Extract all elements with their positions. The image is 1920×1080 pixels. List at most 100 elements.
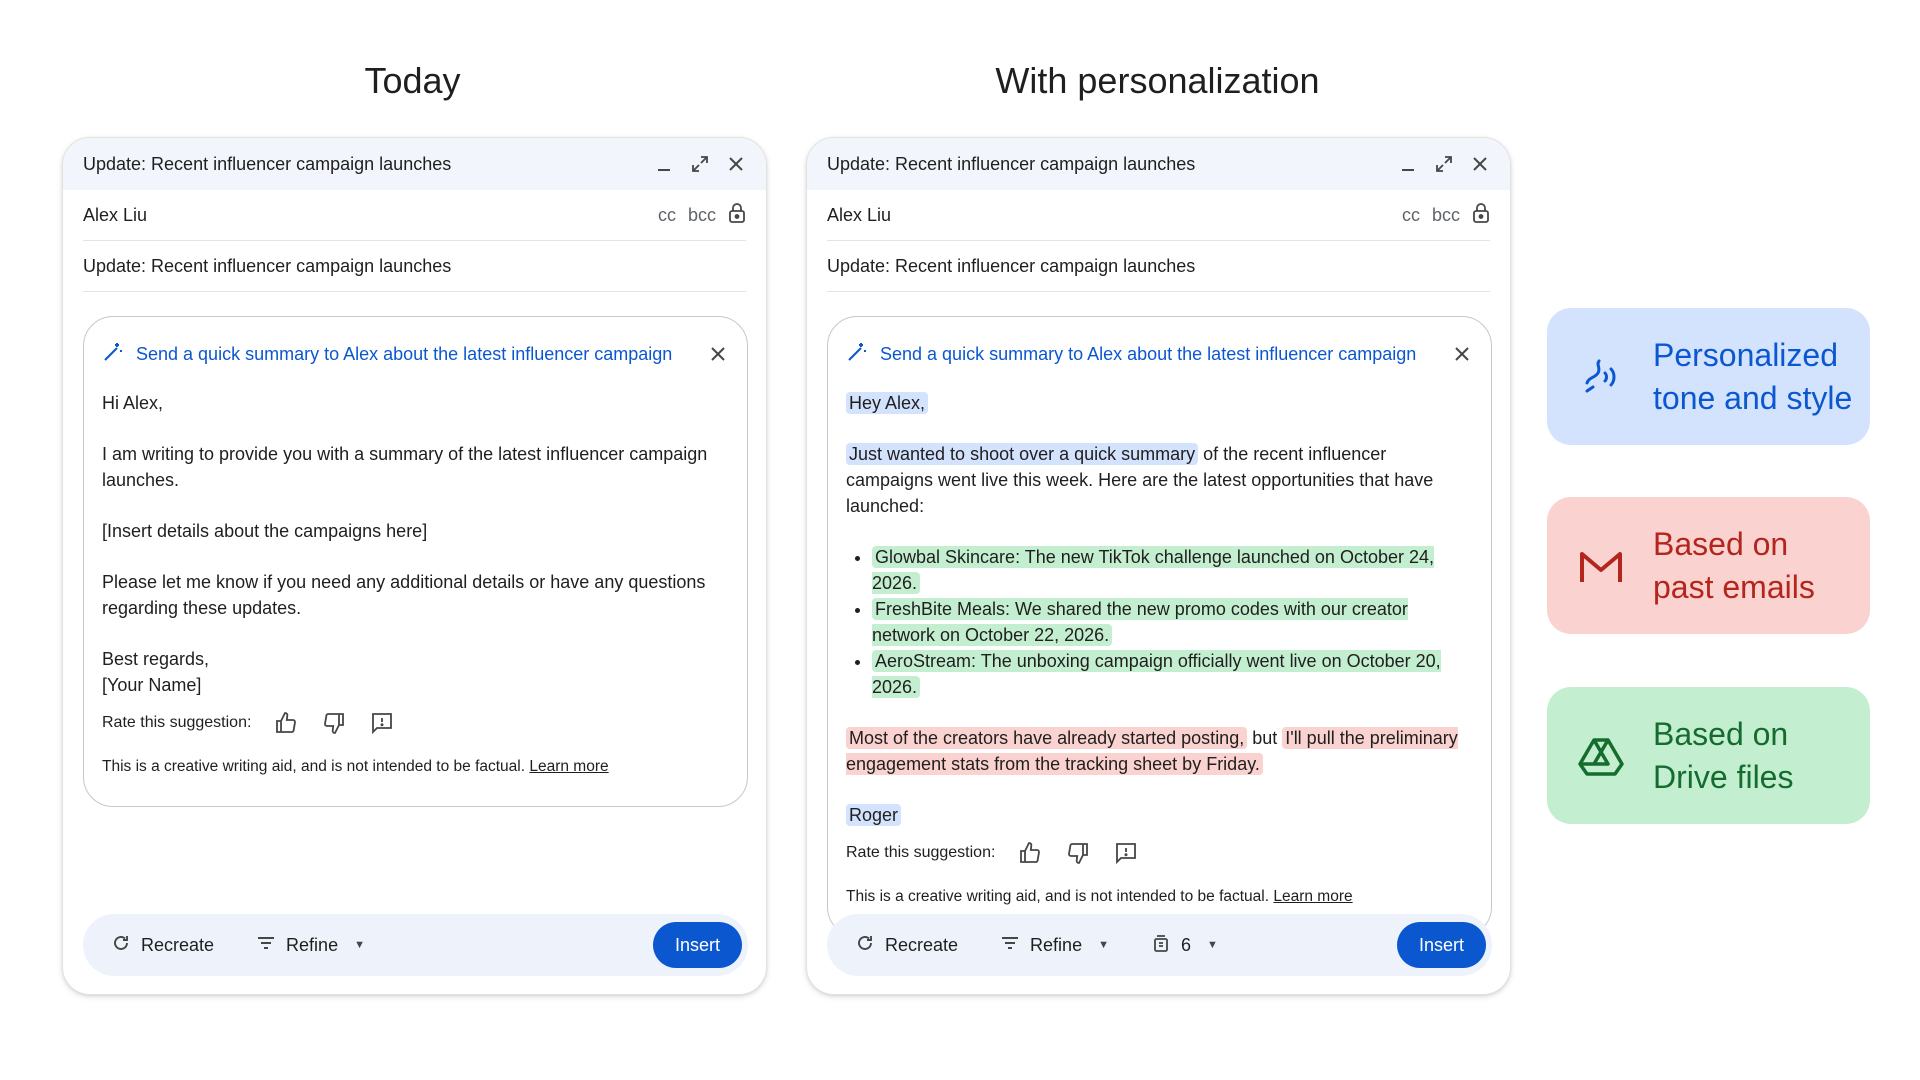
- feedback-icon[interactable]: [1113, 840, 1139, 866]
- body-paragraph: I am writing to provide you with a summa…: [102, 444, 708, 490]
- refine-button[interactable]: Refine ▼: [256, 933, 365, 958]
- help-me-write-card: Send a quick summary to Alex about the l…: [827, 316, 1492, 937]
- body-paragraph: Just wanted to shoot over a quick summar…: [846, 441, 1473, 519]
- action-bar: Recreate Refine ▼ 6 ▼ Insert: [827, 914, 1492, 976]
- greeting: Hey Alex,: [846, 392, 929, 414]
- thumbs-down-icon[interactable]: [1065, 840, 1091, 866]
- highlight-drive: Glowbal Skincare: The new TikTok challen…: [872, 546, 1434, 594]
- gmail-icon: [1575, 540, 1627, 592]
- compose-title: Update: Recent influencer campaign launc…: [83, 153, 452, 174]
- feedback-icon[interactable]: [369, 710, 395, 736]
- filter-icon: [256, 933, 276, 958]
- learn-more-link[interactable]: Learn more: [529, 758, 608, 775]
- minimize-icon[interactable]: [1398, 154, 1418, 174]
- refine-label: Refine: [286, 934, 339, 955]
- close-icon[interactable]: [1470, 154, 1490, 174]
- thumbs-up-icon[interactable]: [1017, 840, 1043, 866]
- recreate-label: Recreate: [885, 934, 959, 955]
- list-item: Glowbal Skincare: The new TikTok challen…: [872, 544, 1473, 596]
- recipient-row[interactable]: Alex Liu cc bcc: [83, 190, 746, 241]
- body-paragraph: Most of the creators have already starte…: [846, 725, 1473, 777]
- caret-down-icon: ▼: [1098, 939, 1109, 951]
- body-text: but: [1247, 728, 1283, 748]
- filter-icon: [1000, 933, 1020, 958]
- compose-title: Update: Recent influencer campaign launc…: [827, 153, 1196, 174]
- compose-window-personalized: Update: Recent influencer campaign launc…: [806, 137, 1511, 995]
- recipient-row[interactable]: Alex Liu cc bcc: [827, 190, 1490, 241]
- recipient-field[interactable]: Alex Liu: [827, 205, 1402, 226]
- suggestion-body: Hey Alex, Just wanted to shoot over a qu…: [846, 390, 1473, 828]
- signature: Roger: [846, 804, 902, 826]
- compose-header: Update: Recent influencer campaign launc…: [807, 138, 1510, 190]
- feature-line2: Drive files: [1653, 758, 1794, 795]
- thumbs-up-icon[interactable]: [273, 710, 299, 736]
- learn-more-link[interactable]: Learn more: [1273, 888, 1352, 905]
- signoff: Best regards,: [102, 649, 210, 669]
- compose-header: Update: Recent influencer campaign launc…: [63, 138, 766, 190]
- campaign-list: Glowbal Skincare: The new TikTok challen…: [872, 544, 1473, 700]
- disclaimer-text: This is a creative writing aid, and is n…: [846, 888, 1270, 905]
- rate-row: Rate this suggestion:: [102, 710, 729, 736]
- recreate-button[interactable]: Recreate: [111, 933, 214, 958]
- insert-button[interactable]: Insert: [652, 922, 742, 968]
- greeting: Hi Alex,: [102, 393, 164, 413]
- thumbs-down-icon[interactable]: [321, 710, 347, 736]
- voice-icon: [1575, 351, 1627, 403]
- expand-icon[interactable]: [1434, 154, 1454, 174]
- cc-link[interactable]: cc: [658, 205, 676, 226]
- close-suggestion-icon[interactable]: [707, 342, 729, 368]
- bcc-link[interactable]: bcc: [688, 205, 716, 226]
- caret-down-icon: ▼: [1206, 939, 1218, 951]
- feature-past-emails: Based on past emails: [1547, 497, 1870, 634]
- rate-row: Rate this suggestion:: [846, 840, 1473, 866]
- drive-icon: [1575, 730, 1627, 782]
- refine-label: Refine: [1030, 934, 1083, 955]
- refine-button[interactable]: Refine ▼: [1000, 933, 1109, 958]
- signature: [Your Name]: [102, 675, 202, 695]
- prompt-text: Send a quick summary to Alex about the l…: [880, 344, 1417, 364]
- subject-field[interactable]: Update: Recent influencer campaign launc…: [83, 256, 746, 277]
- cc-link[interactable]: cc: [1402, 205, 1420, 226]
- rate-label: Rate this suggestion:: [846, 844, 996, 861]
- action-bar: Recreate Refine ▼ Insert: [83, 914, 748, 976]
- disclaimer: This is a creative writing aid, and is n…: [102, 758, 729, 806]
- recipient-field[interactable]: Alex Liu: [83, 205, 658, 226]
- heading-today: Today: [364, 60, 461, 101]
- feature-line1: Based on: [1653, 525, 1789, 562]
- lock-icon[interactable]: [728, 202, 746, 229]
- bcc-link[interactable]: bcc: [1432, 205, 1460, 226]
- sources-button[interactable]: 6 ▼: [1151, 933, 1218, 958]
- sources-icon: [1151, 933, 1171, 958]
- body-paragraph: [Insert details about the campaigns here…: [102, 521, 428, 541]
- highlight-tone: Just wanted to shoot over a quick summar…: [846, 443, 1199, 465]
- magic-pen-icon: [102, 341, 124, 368]
- refresh-icon: [855, 933, 875, 958]
- lock-icon[interactable]: [1472, 202, 1490, 229]
- magic-pen-icon: [846, 341, 868, 368]
- body-paragraph: Please let me know if you need any addit…: [102, 572, 706, 618]
- recreate-button[interactable]: Recreate: [855, 933, 958, 958]
- compose-window-today: Update: Recent influencer campaign launc…: [62, 137, 767, 995]
- highlight-emails: Most of the creators have already starte…: [846, 727, 1248, 749]
- minimize-icon[interactable]: [654, 154, 674, 174]
- rate-label: Rate this suggestion:: [102, 714, 252, 731]
- help-me-write-card: Send a quick summary to Alex about the l…: [83, 316, 748, 807]
- subject-row[interactable]: Update: Recent influencer campaign launc…: [827, 241, 1490, 292]
- sources-count: 6: [1180, 934, 1191, 955]
- feature-line2: tone and style: [1653, 379, 1853, 416]
- subject-row[interactable]: Update: Recent influencer campaign launc…: [83, 241, 746, 292]
- heading-personalization: With personalization: [995, 60, 1320, 101]
- subject-field[interactable]: Update: Recent influencer campaign launc…: [827, 256, 1490, 277]
- expand-icon[interactable]: [690, 154, 710, 174]
- feature-line1: Based on: [1653, 715, 1789, 752]
- feature-line2: past emails: [1653, 568, 1815, 605]
- close-suggestion-icon[interactable]: [1451, 342, 1473, 368]
- insert-button[interactable]: Insert: [1396, 922, 1486, 968]
- feature-line1: Personalized: [1653, 336, 1838, 373]
- recreate-label: Recreate: [141, 934, 215, 955]
- suggestion-body: Hi Alex, I am writing to provide you wit…: [102, 390, 729, 698]
- list-item: FreshBite Meals: We shared the new promo…: [872, 596, 1473, 648]
- disclaimer-text: This is a creative writing aid, and is n…: [102, 758, 526, 775]
- refresh-icon: [111, 933, 131, 958]
- close-icon[interactable]: [726, 154, 746, 174]
